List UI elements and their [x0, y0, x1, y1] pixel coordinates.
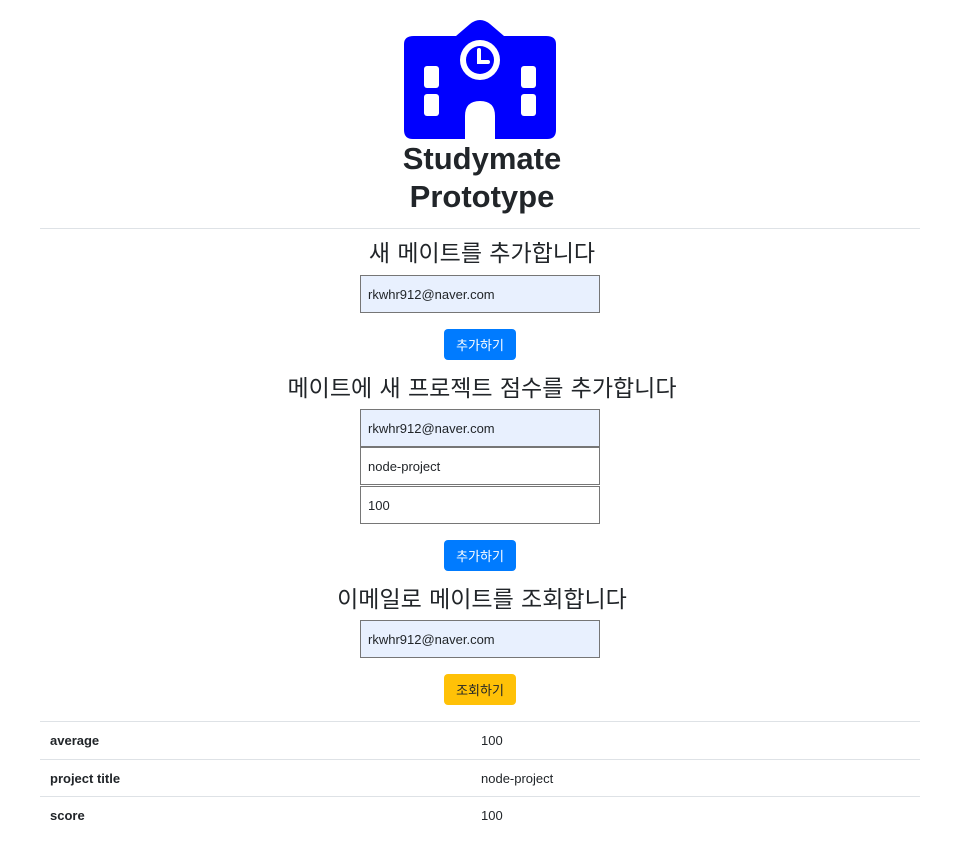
add-mate-title: 새 메이트를 추가합니다 [368, 241, 596, 267]
table-cell-key: project title [50, 771, 121, 786]
add-mate-email-input[interactable] [360, 275, 600, 313]
table-row: average 100 [40, 721, 920, 758]
app-title-line1: Studymate [402, 141, 562, 176]
add-score-project-input[interactable] [360, 447, 600, 485]
table-cell-value: 100 [481, 733, 503, 748]
lookup-button[interactable]: 조회하기 [444, 674, 516, 705]
app-title-line2: Prototype [409, 179, 555, 214]
school-building-icon [404, 20, 556, 139]
table-row: score 100 [40, 796, 920, 833]
table-cell-value: node-project [481, 771, 554, 786]
table-cell-value: 100 [481, 808, 503, 823]
add-score-title: 메이트에 새 프로젝트 점수를 추가합니다 [287, 376, 677, 402]
add-score-email-input[interactable] [360, 409, 600, 447]
lookup-title: 이메일로 메이트를 조회합니다 [337, 587, 627, 613]
lookup-email-input[interactable] [360, 620, 600, 658]
table-cell-key: score [50, 808, 85, 823]
add-mate-button[interactable]: 추가하기 [444, 329, 516, 360]
table-row: project title node-project [40, 759, 920, 796]
add-score-score-input[interactable] [360, 486, 600, 524]
add-score-button[interactable]: 추가하기 [444, 540, 516, 571]
page: Studymate Prototype 새 메이트를 추가합니다 추가하기 메이… [0, 0, 964, 845]
app-title: Studymate Prototype [0, 140, 964, 216]
table-cell-key: average [50, 733, 100, 748]
header-divider [40, 228, 920, 229]
